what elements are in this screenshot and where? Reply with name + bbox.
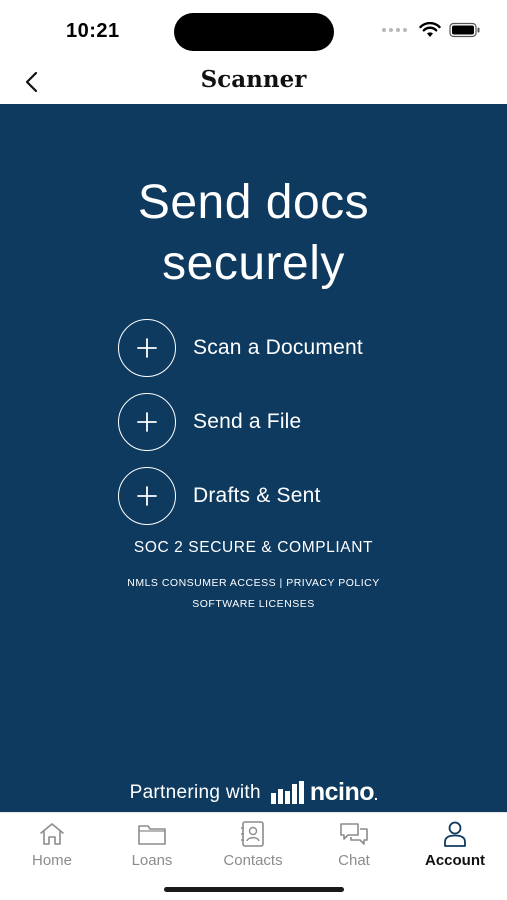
footer-links-2: SOFTWARE LICENSES bbox=[0, 598, 507, 610]
ncino-logo: ncino. bbox=[270, 778, 378, 807]
battery-icon bbox=[449, 22, 480, 38]
tab-label: Loans bbox=[131, 852, 173, 869]
home-indicator[interactable] bbox=[164, 887, 344, 892]
send-file-button[interactable]: Send a File bbox=[118, 393, 363, 451]
action-label: Send a File bbox=[193, 410, 302, 433]
nav-header: Scanner bbox=[0, 60, 507, 104]
plus-icon bbox=[118, 319, 176, 377]
person-icon bbox=[442, 819, 468, 849]
drafts-sent-button[interactable]: Drafts & Sent bbox=[118, 467, 363, 525]
partner-text: Partnering with bbox=[129, 781, 261, 803]
home-icon bbox=[38, 819, 66, 849]
folder-icon bbox=[137, 819, 167, 849]
hero-line-2: securely bbox=[162, 237, 345, 290]
footer-links: NMLS CONSUMER ACCESS | PRIVACY POLICY bbox=[0, 577, 507, 589]
nmls-consumer-access-link[interactable]: NMLS CONSUMER ACCESS bbox=[127, 577, 276, 589]
main-panel: Send docs securely Scan a Document Send … bbox=[0, 104, 507, 812]
action-list: Scan a Document Send a File Drafts & Sen… bbox=[118, 319, 363, 541]
privacy-policy-link[interactable]: PRIVACY POLICY bbox=[286, 577, 380, 589]
tab-loans[interactable]: Loans bbox=[102, 819, 202, 875]
status-bar: 10:21 bbox=[0, 0, 507, 60]
tab-label: Chat bbox=[338, 852, 370, 869]
hero-title: Send docs securely bbox=[0, 172, 507, 294]
tab-label: Account bbox=[425, 852, 485, 869]
action-label: Scan a Document bbox=[193, 336, 363, 359]
contacts-icon bbox=[240, 819, 266, 849]
chat-icon bbox=[338, 819, 370, 849]
page-title: Scanner bbox=[200, 66, 307, 93]
hero-line-1: Send docs bbox=[137, 176, 370, 229]
tab-bar: Home Loans Contacts Chat Account bbox=[0, 812, 507, 900]
plus-icon bbox=[118, 467, 176, 525]
software-licenses-link[interactable]: SOFTWARE LICENSES bbox=[192, 598, 314, 610]
signal-dots-icon bbox=[382, 28, 407, 32]
scan-document-button[interactable]: Scan a Document bbox=[118, 319, 363, 377]
wifi-icon bbox=[419, 22, 441, 37]
ncino-bars-icon bbox=[270, 780, 304, 804]
link-separator: | bbox=[279, 577, 283, 589]
status-icons bbox=[382, 22, 481, 38]
tab-home[interactable]: Home bbox=[2, 819, 102, 875]
partner-banner: Partnering with ncino. bbox=[0, 778, 507, 807]
dynamic-island bbox=[174, 13, 334, 51]
tab-chat[interactable]: Chat bbox=[304, 819, 404, 875]
ncino-wordmark: ncino. bbox=[309, 778, 378, 806]
status-time: 10:21 bbox=[66, 20, 120, 42]
action-label: Drafts & Sent bbox=[193, 484, 321, 507]
tab-label: Home bbox=[31, 852, 72, 869]
tab-account[interactable]: Account bbox=[405, 819, 505, 875]
tab-contacts[interactable]: Contacts bbox=[203, 819, 303, 875]
soc-compliance-text: SOC 2 SECURE & COMPLIANT bbox=[133, 539, 374, 556]
plus-icon bbox=[118, 393, 176, 451]
tab-label: Contacts bbox=[223, 852, 283, 869]
